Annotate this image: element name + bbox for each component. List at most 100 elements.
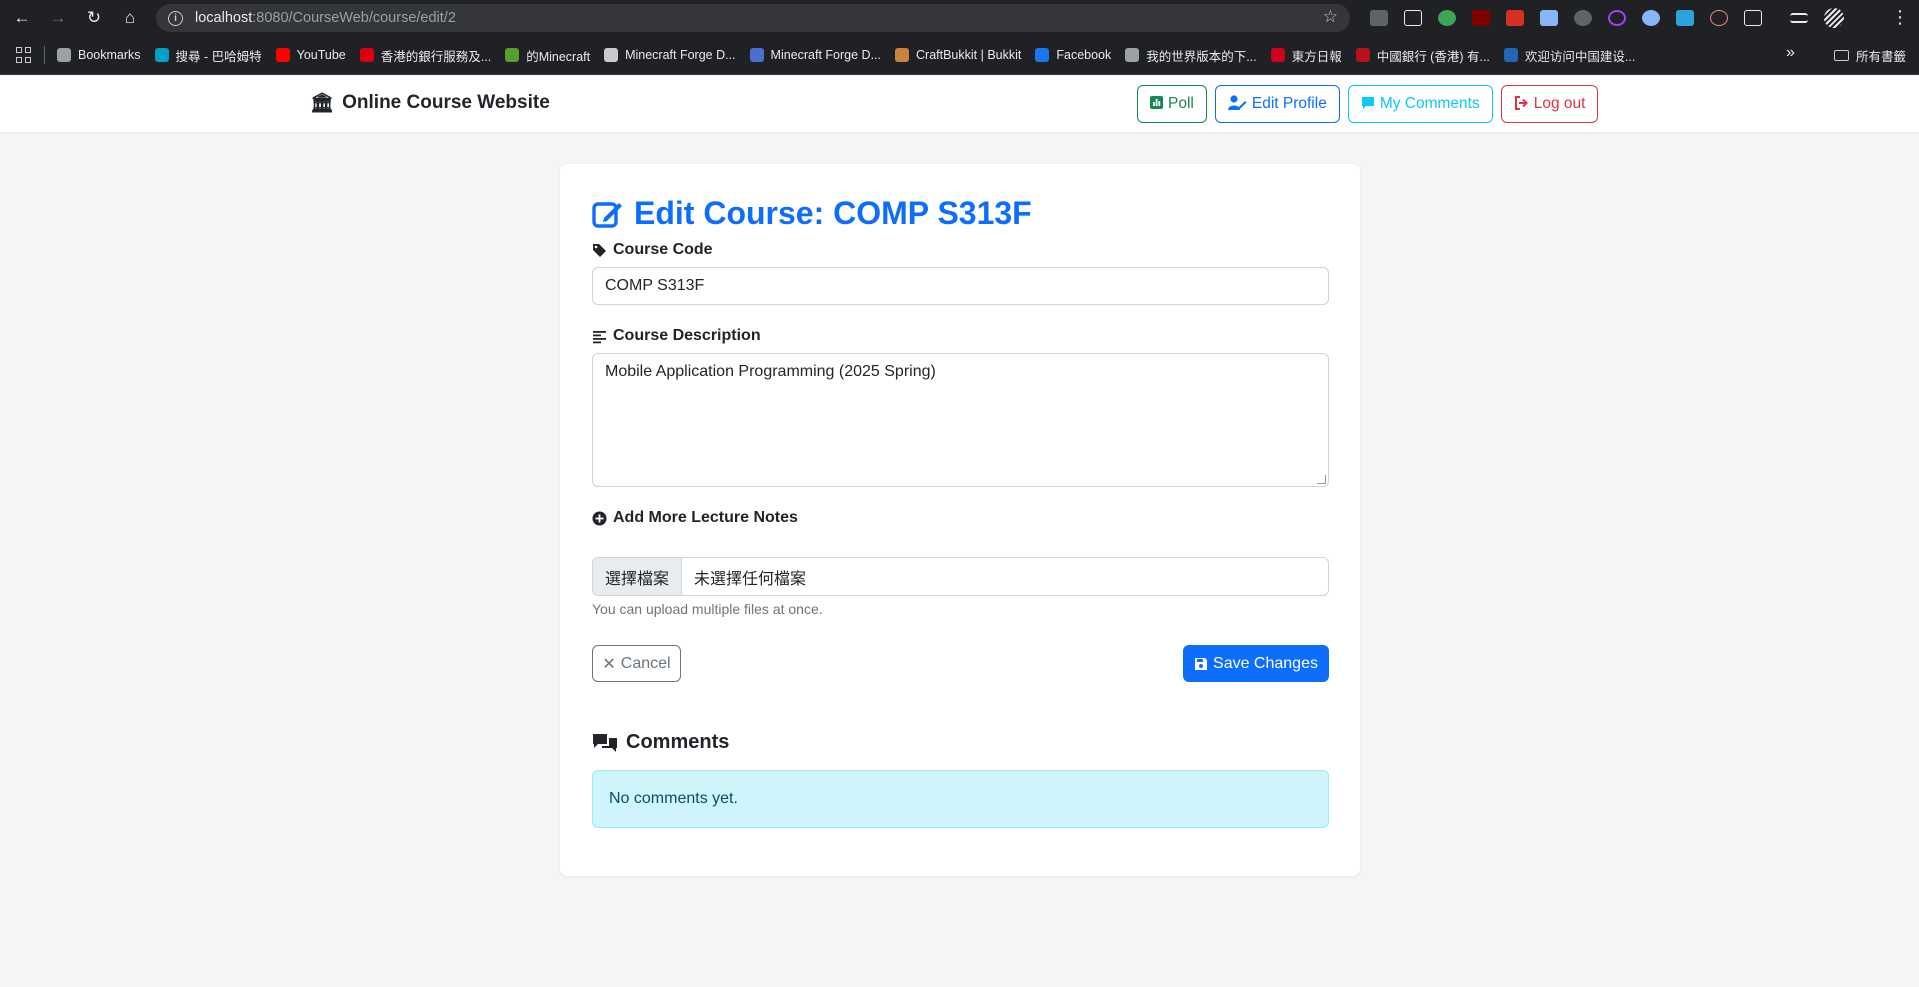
bookmark-item[interactable]: CraftBukkit | Bukkit: [895, 48, 1021, 62]
course-description-label-text: Course Description: [613, 327, 761, 344]
bookmark-item[interactable]: 的Minecraft: [505, 46, 590, 65]
bookmark-item[interactable]: 欢迎访问中国建设...: [1503, 46, 1635, 65]
course-code-label-text: Course Code: [613, 241, 713, 258]
extension-icon[interactable]: [1438, 10, 1456, 26]
apps-icon[interactable]: [16, 47, 32, 63]
course-code-input[interactable]: COMP S313F: [592, 267, 1329, 305]
telegram-icon[interactable]: [1676, 10, 1694, 26]
save-icon: [1195, 657, 1208, 670]
all-bookmarks-folder[interactable]: 所有書籤: [1834, 46, 1906, 65]
ublock-icon[interactable]: [1472, 10, 1490, 26]
extension-icon[interactable]: [1710, 10, 1728, 26]
more-bookmarks-icon[interactable]: »: [1786, 44, 1795, 62]
choose-file-button[interactable]: 選擇檔案: [593, 558, 683, 595]
site-brand[interactable]: 🏛 Online Course Website: [310, 91, 550, 115]
boc-icon: [1355, 48, 1370, 62]
extension-icon[interactable]: [1370, 10, 1388, 26]
lecture-notes-label: Add More Lecture Notes: [592, 509, 798, 527]
address-bar[interactable]: i localhost:8080/CourseWeb/course/edit/2…: [156, 4, 1350, 32]
star-icon: [57, 48, 71, 62]
bookmark-label: 中國銀行 (香港) 有...: [1376, 49, 1490, 64]
ccb-icon: [1503, 48, 1518, 62]
site-navbar: 🏛 Online Course Website Poll Edit Profil…: [0, 76, 1919, 132]
course-code-label: Course Code: [592, 241, 713, 259]
bookmark-label: 東方日報: [1291, 49, 1342, 64]
facebook-icon: [1035, 48, 1050, 62]
no-comments-alert: No comments yet.: [592, 770, 1329, 828]
oriental-daily-icon: [1270, 48, 1285, 62]
bookmark-item[interactable]: 香港的銀行服務及...: [359, 46, 491, 65]
forge-icon: [749, 48, 764, 62]
minecraft-icon: [505, 48, 520, 62]
bookmark-item[interactable]: YouTube: [275, 48, 346, 62]
save-changes-button[interactable]: Save Changes: [1183, 645, 1329, 682]
bookmark-item[interactable]: Facebook: [1035, 48, 1111, 62]
reading-list-icon[interactable]: [1790, 13, 1808, 23]
bookmark-list: Bookmarks 搜尋 - 巴哈姆特 YouTube 香港的銀行服務及... 的Min…: [57, 46, 1649, 65]
youtube-icon: [275, 48, 290, 62]
chart-icon: [1150, 96, 1163, 112]
extension-icon[interactable]: [1506, 10, 1524, 26]
extension-icon[interactable]: [1642, 10, 1660, 26]
course-description-textarea[interactable]: Mobile Application Programming (2025 Spr…: [592, 353, 1329, 487]
extension-icon[interactable]: [1574, 10, 1592, 26]
profile-avatar-icon[interactable]: [1824, 8, 1844, 28]
page-title-text: Edit Course: COMP S313F: [634, 195, 1032, 231]
poll-label: Poll: [1168, 95, 1194, 112]
bookmark-item[interactable]: 搜尋 - 巴哈姆特: [154, 46, 262, 65]
comments-heading-text: Comments: [626, 731, 730, 753]
bookmark-label: Bookmarks: [78, 48, 141, 62]
user-edit-icon: [1227, 95, 1247, 113]
bookmark-item[interactable]: 我的世界版本的下...: [1125, 46, 1257, 65]
my-comments-label: My Comments: [1379, 95, 1480, 112]
site-info-icon[interactable]: i: [168, 10, 183, 26]
tag-icon: [593, 243, 606, 257]
bookmark-item[interactable]: Minecraft Forge D...: [749, 48, 881, 62]
bookmark-label: Minecraft Forge D...: [625, 48, 736, 62]
course-description-value: Mobile Application Programming (2025 Spr…: [605, 363, 936, 380]
extension-icon[interactable]: [1608, 10, 1626, 26]
bookmark-label: CraftBukkit | Bukkit: [916, 48, 1022, 62]
forward-button[interactable]: →: [40, 0, 76, 36]
bookmark-label: YouTube: [296, 48, 346, 62]
file-status-text: 未選擇任何檔案: [694, 570, 807, 588]
bookmark-label: 的Minecraft: [526, 49, 591, 64]
bookmark-item[interactable]: Bookmarks: [57, 48, 141, 62]
poll-button[interactable]: Poll: [1137, 85, 1207, 123]
course-description-label: Course Description: [592, 327, 761, 345]
bookmark-item[interactable]: 東方日報: [1270, 46, 1342, 65]
save-changes-label: Save Changes: [1213, 654, 1318, 672]
bookmark-label: Facebook: [1056, 48, 1112, 62]
plus-circle-icon: [592, 511, 607, 525]
folder-icon: [1834, 50, 1849, 61]
extension-icon[interactable]: [1540, 10, 1558, 26]
page-title: Edit Course: COMP S313F: [592, 195, 1032, 232]
bookmark-item[interactable]: 中國銀行 (香港) 有...: [1355, 46, 1490, 65]
reload-button[interactable]: ↻: [76, 0, 112, 36]
home-button[interactable]: ⌂: [112, 0, 148, 36]
back-button[interactable]: ←: [4, 0, 40, 36]
comment-icon: [1361, 96, 1375, 113]
extension-icon[interactable]: [1404, 10, 1422, 26]
lecture-notes-file-input[interactable]: 選擇檔案 未選擇任何檔案: [592, 557, 1329, 596]
forge-icon: [604, 48, 619, 62]
edit-profile-button[interactable]: Edit Profile: [1214, 85, 1340, 123]
bookmark-star-icon[interactable]: ☆: [1323, 7, 1338, 27]
menu-icon[interactable]: ⋮: [1891, 7, 1909, 28]
logout-button[interactable]: Log out: [1500, 85, 1599, 123]
course-code-value: COMP S313F: [605, 277, 705, 294]
puzzle-icon[interactable]: [1744, 10, 1762, 26]
my-comments-button[interactable]: My Comments: [1347, 85, 1493, 123]
bookmark-label: 我的世界版本的下...: [1146, 49, 1257, 64]
bahamut-icon: [154, 48, 169, 62]
cancel-button[interactable]: ✕ Cancel: [592, 645, 681, 682]
comments-heading: Comments: [592, 731, 729, 754]
hsbc-icon: [359, 48, 374, 62]
bookmark-label: Minecraft Forge D...: [770, 48, 881, 62]
resize-handle[interactable]: [1317, 475, 1326, 484]
all-bookmarks-label: 所有書籤: [1856, 50, 1907, 64]
navbar-actions: Poll Edit Profile My Comments Log out: [1137, 85, 1606, 123]
bookmark-item[interactable]: Minecraft Forge D...: [604, 48, 736, 62]
browser-toolbar: ← → ↻ ⌂ i localhost:8080/CourseWeb/cours…: [0, 0, 1919, 36]
cancel-label: Cancel: [620, 654, 671, 672]
